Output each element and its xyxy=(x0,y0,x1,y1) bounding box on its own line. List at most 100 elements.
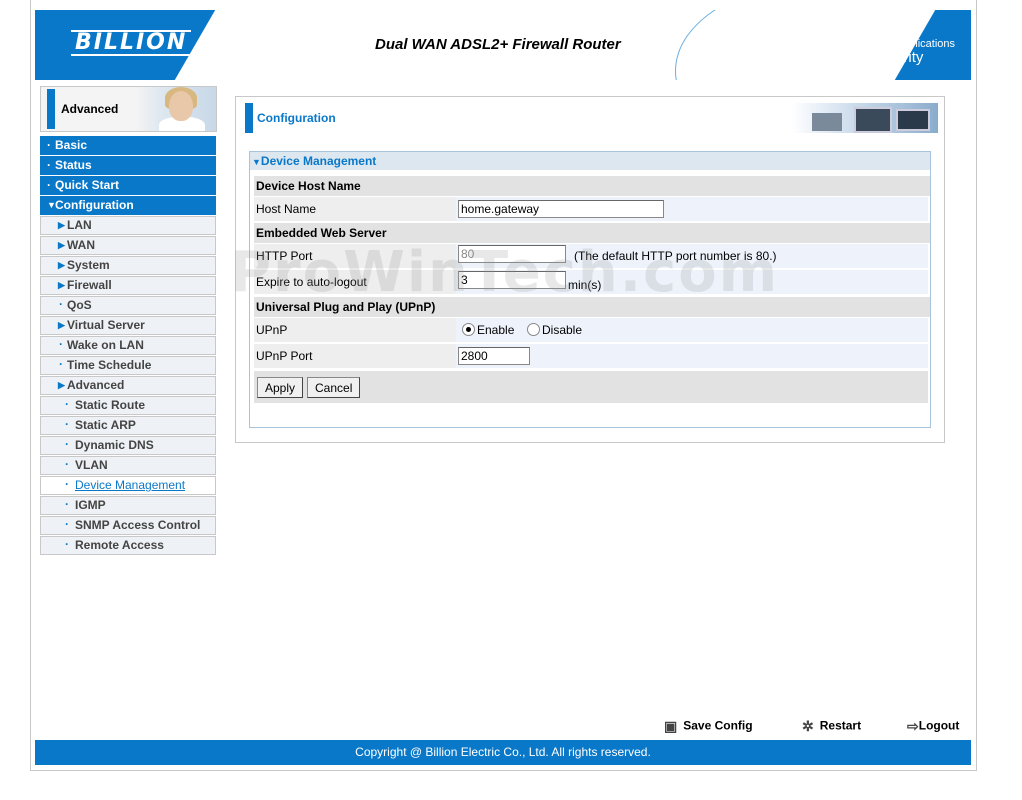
bullet-icon: · xyxy=(59,297,63,311)
restart-label: Restart xyxy=(819,718,862,733)
sidebar-item-firewall[interactable]: ▶ Firewall xyxy=(40,276,216,295)
bullet-icon: · xyxy=(65,477,69,491)
sidebar-item-label: SNMP Access Control xyxy=(75,518,201,532)
upnp-port-row: UPnP Port xyxy=(254,344,928,368)
sidebar-item-dynamic-dns[interactable]: · Dynamic DNS xyxy=(40,436,216,455)
apply-button[interactable]: Apply xyxy=(257,377,304,398)
sidebar-item-label: Firewall xyxy=(67,278,112,292)
bullet-icon: · xyxy=(65,497,69,511)
sidebar-item-advanced[interactable]: ▶ Advanced xyxy=(40,376,216,395)
sidebar-item-status[interactable]: · Status xyxy=(40,156,216,175)
http-port-input[interactable] xyxy=(458,245,566,263)
section-title: Device Management xyxy=(260,154,377,168)
sidebar-item-remote-access[interactable]: · Remote Access xyxy=(40,536,216,555)
auto-logout-label: Expire to auto-logout xyxy=(254,270,456,294)
bullet-icon: · xyxy=(65,517,69,531)
sidebar-item-label: Quick Start xyxy=(55,178,120,192)
sidebar-item-static-arp[interactable]: · Static ARP xyxy=(40,416,216,435)
bullet-icon: · xyxy=(47,138,51,152)
upnp-label: UPnP xyxy=(254,318,456,342)
upnp-disable-radio[interactable] xyxy=(527,323,540,336)
http-port-row: HTTP Port (The default HTTP port number … xyxy=(254,244,928,268)
slogan-line2: with Security xyxy=(827,49,955,66)
sidebar-item-label: Wake on LAN xyxy=(67,338,144,352)
sidebar-item-label: Virtual Server xyxy=(67,318,145,332)
logout-label: Logout xyxy=(918,718,960,733)
collapse-triangle-icon: ▼ xyxy=(252,157,261,167)
http-port-label: HTTP Port xyxy=(254,244,456,268)
sidebar-item-wake-on-lan[interactable]: · Wake on LAN xyxy=(40,336,216,355)
sidebar-item-wan[interactable]: ▶ WAN xyxy=(40,236,216,255)
button-row: Apply Cancel xyxy=(254,371,928,403)
host-section-heading: Device Host Name xyxy=(254,176,930,196)
upnp-disable-label: Disable xyxy=(542,323,583,337)
sidebar-item-label: WAN xyxy=(67,238,95,252)
host-name-row: Host Name xyxy=(254,197,928,221)
sidebar-item-static-route[interactable]: · Static Route xyxy=(40,396,216,415)
web-section-heading: Embedded Web Server xyxy=(254,223,930,243)
config-panel: Configuration ▼Device Management Device … xyxy=(235,96,945,443)
sidebar-item-label: LAN xyxy=(67,218,92,232)
footer-copyright: Copyright @ Billion Electric Co., Ltd. A… xyxy=(35,740,971,765)
device-management-box: ▼Device Management Device Host Name Host… xyxy=(249,151,931,428)
photo-face xyxy=(169,91,193,121)
sidebar-item-label: Dynamic DNS xyxy=(75,438,154,452)
sidebar-item-label: Time Schedule xyxy=(67,358,152,372)
cancel-button[interactable]: Cancel xyxy=(307,377,361,398)
sidebar-item-lan[interactable]: ▶ LAN xyxy=(40,216,216,235)
bullet-icon: · xyxy=(65,537,69,551)
billion-logo: BILLION xyxy=(71,30,192,56)
sidebar-item-device-management[interactable]: · Device Management xyxy=(40,476,216,495)
save-config-label: Save Config xyxy=(683,718,753,733)
bullet-icon: · xyxy=(47,178,51,192)
sidebar-item-configuration[interactable]: ▼ Configuration xyxy=(40,196,216,215)
upnp-port-input[interactable] xyxy=(458,347,530,365)
upnp-section-heading: Universal Plug and Play (UPnP) xyxy=(254,297,930,317)
bullet-icon: · xyxy=(47,158,51,172)
bullet-icon: · xyxy=(59,337,63,351)
logout-door-icon: ⇨ xyxy=(907,718,919,734)
panel-title: Configuration xyxy=(257,111,336,125)
sidebar-item-basic[interactable]: · Basic xyxy=(40,136,216,155)
slogan-security: Security xyxy=(869,49,924,66)
image-monitor xyxy=(854,107,892,133)
sidebar-item-quick-start[interactable]: · Quick Start xyxy=(40,176,216,195)
sidebar-item-virtual-server[interactable]: ▶ Virtual Server xyxy=(40,316,216,335)
sidebar-item-snmp-access-control[interactable]: · SNMP Access Control xyxy=(40,516,216,535)
upnp-enable-radio[interactable] xyxy=(462,323,475,336)
auto-logout-row: Expire to auto-logout min(s) xyxy=(254,270,928,294)
image-monitor xyxy=(896,109,930,131)
logout-button[interactable]: ⇨Logout xyxy=(907,718,959,735)
sidebar-item-label: Remote Access xyxy=(75,538,164,552)
sidebar-header-label: Advanced xyxy=(61,102,119,116)
auto-logout-input[interactable] xyxy=(458,271,566,289)
panel-header-bar xyxy=(245,103,253,133)
upnp-port-label: UPnP Port xyxy=(254,344,456,368)
expanded-triangle-icon: ▼ xyxy=(47,200,56,210)
sidebar-header: Advanced xyxy=(40,86,217,132)
sidebar-item-label: VLAN xyxy=(75,458,108,472)
sidebar-header-bar xyxy=(47,89,55,129)
sidebar-item-qos[interactable]: · QoS xyxy=(40,296,216,315)
sidebar-item-igmp[interactable]: · IGMP xyxy=(40,496,216,515)
save-disk-icon: ▣ xyxy=(664,718,678,734)
section-header[interactable]: ▼Device Management xyxy=(250,152,930,170)
arrow-right-icon: ▶ xyxy=(58,240,65,250)
sidebar-item-label: Static ARP xyxy=(75,418,136,432)
sidebar-item-vlan[interactable]: · VLAN xyxy=(40,456,216,475)
host-name-input[interactable] xyxy=(458,200,664,218)
sidebar-item-label: Device Management xyxy=(75,478,186,492)
arrow-right-icon: ▶ xyxy=(58,380,65,390)
image-desk xyxy=(812,113,842,131)
bullet-icon: · xyxy=(59,357,63,371)
sidebar-item-label: Advanced xyxy=(67,378,125,392)
save-config-button[interactable]: ▣ Save Config xyxy=(664,718,753,735)
sidebar-item-system[interactable]: ▶ System xyxy=(40,256,216,275)
upnp-enable-label: Enable xyxy=(477,323,515,337)
host-name-value-cell xyxy=(456,197,928,221)
slogan-with: with xyxy=(846,53,867,65)
arrow-right-icon: ▶ xyxy=(58,320,65,330)
sidebar-item-time-schedule[interactable]: · Time Schedule xyxy=(40,356,216,375)
restart-button[interactable]: ✲ Restart xyxy=(802,718,861,735)
panel-header-image xyxy=(792,103,938,133)
